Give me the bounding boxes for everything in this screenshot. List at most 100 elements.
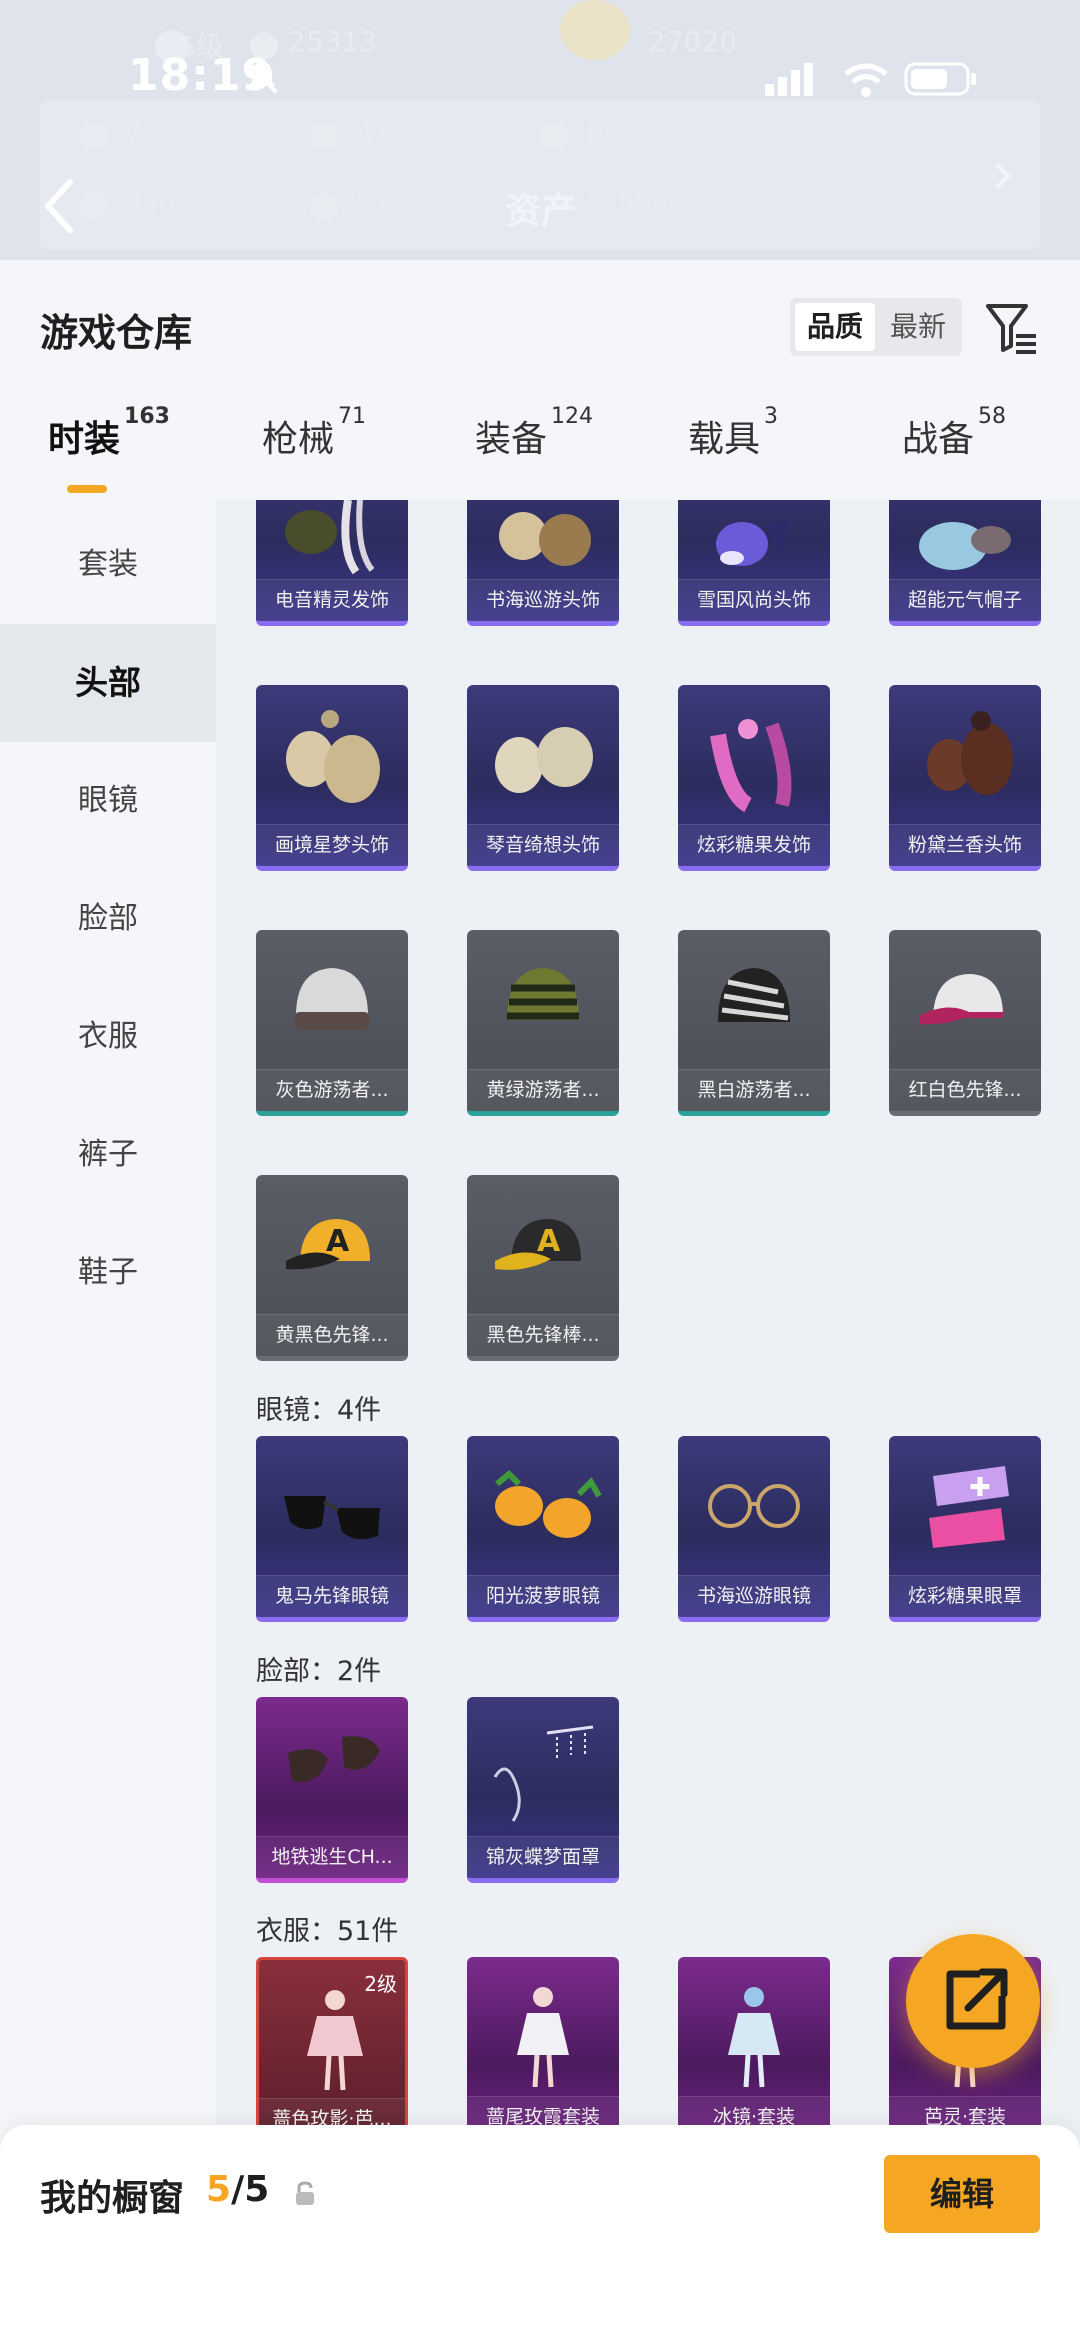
item-name: 黑色先锋棒... (467, 1314, 619, 1356)
face-mask-icon (493, 1725, 594, 1822)
showcase-bar: 我的橱窗 5/5 编辑 (0, 2125, 1080, 2347)
beanie-icon (294, 968, 370, 1030)
hair-accessory-icon (927, 711, 1013, 795)
hair-accessory-icon (495, 727, 593, 793)
sort-newest-button[interactable]: 最新 (878, 303, 958, 351)
item-card[interactable]: 书海巡游眼镜 (678, 1436, 830, 1622)
tab-label: 装备 (475, 419, 548, 460)
item-card[interactable]: A 黑色先锋棒... (467, 1175, 619, 1361)
beanie-icon (507, 968, 579, 1020)
sidebar-item-face[interactable]: 脸部 (0, 860, 216, 978)
item-name: 琴音绮想头饰 (467, 824, 619, 866)
item-card[interactable]: 阳光菠萝眼镜 (467, 1436, 619, 1622)
share-icon (946, 1968, 1008, 2030)
tab-count: 163 (124, 404, 170, 429)
item-name: 阳光菠萝眼镜 (467, 1575, 619, 1617)
item-card[interactable]: 冰镜·套装 (678, 1957, 830, 2143)
filter-icon[interactable] (984, 300, 1040, 356)
tab-label: 时装 (48, 419, 121, 460)
stat-icon (80, 192, 108, 220)
sort-quality-button[interactable]: 品质 (795, 303, 875, 351)
eye-mask-icon: ✚ (929, 1466, 1009, 1548)
item-card[interactable]: 琴音绮想头饰 (467, 685, 619, 871)
stat-icon (310, 122, 338, 150)
background-overlay: 45级 25313 27020 7 41 0 340 512 资产 12995 (0, 0, 1080, 260)
face-mask-icon (288, 1736, 380, 1783)
page-title: 游戏仓库 (40, 311, 193, 355)
tab-count: 124 (551, 404, 594, 429)
sidebar-item-glasses[interactable]: 眼镜 (0, 742, 216, 860)
sidebar-item-pants[interactable]: 裤子 (0, 1096, 216, 1214)
item-name: 炫彩糖果发饰 (678, 824, 830, 866)
stat-icon (310, 192, 338, 220)
item-card[interactable]: 蔷尾玫霞套装 (467, 1957, 619, 2143)
item-card[interactable]: 画境星梦头饰 (256, 685, 408, 871)
item-card[interactable]: ✚ 炫彩糖果眼罩 (889, 1436, 1041, 1622)
item-card[interactable]: 炫彩糖果发饰 (678, 685, 830, 871)
sidebar-item-clothes[interactable]: 衣服 (0, 978, 216, 1096)
signal-icon (765, 63, 813, 96)
outfit-icon (728, 1987, 780, 2088)
item-card[interactable]: 书海巡游头饰 (467, 500, 619, 626)
item-card[interactable]: 锦灰蝶梦面罩 (467, 1697, 619, 1883)
showcase-total: /5 (231, 2169, 270, 2210)
item-card[interactable]: 灰色游荡者... (256, 930, 408, 1116)
tab-label: 战备 (902, 419, 975, 460)
tab-guns[interactable]: 枪械71 (262, 404, 366, 462)
item-card[interactable]: 地铁逃生CH... (256, 1697, 408, 1883)
item-card[interactable]: A 黄黑色先锋... (256, 1175, 408, 1361)
item-name: 书海巡游眼镜 (678, 1575, 830, 1617)
tab-count: 3 (764, 404, 779, 429)
chevron-right-icon[interactable] (990, 158, 1014, 194)
svg-text:✚: ✚ (969, 1473, 991, 1503)
edit-button[interactable]: 编辑 (884, 2155, 1040, 2233)
item-card[interactable]: 2级 蔷色玫影·芭... (256, 1957, 408, 2143)
sidebar-item-head[interactable]: 头部 (0, 624, 216, 742)
item-name: 炫彩糖果眼罩 (889, 1575, 1041, 1617)
earmuff-icon (716, 518, 788, 566)
svg-text:A: A (326, 1224, 350, 1259)
beanie-icon (718, 968, 790, 1022)
item-level-badge: 2级 (364, 1972, 397, 1996)
item-card[interactable]: 电音精灵发饰 (256, 500, 408, 626)
item-name: 画境星梦头饰 (256, 824, 408, 866)
tab-equipment[interactable]: 装备124 (475, 404, 593, 462)
item-card[interactable]: 粉黛兰香头饰 (889, 685, 1041, 871)
item-card[interactable]: 雪国风尚头饰 (678, 500, 830, 626)
item-name: 黄绿游荡者... (467, 1069, 619, 1111)
item-card[interactable]: 鬼马先锋眼镜 (256, 1436, 408, 1622)
stat-text: 7 (126, 120, 143, 150)
stat-icon (80, 122, 108, 150)
stats-panel: 7 41 0 340 512 资产 12995 (40, 100, 1040, 250)
tab-active-indicator (67, 485, 107, 493)
tab-fashion[interactable]: 时装163 (48, 404, 170, 462)
item-card[interactable]: 超能元气帽子 (889, 500, 1041, 626)
item-name: 红白色先锋... (889, 1069, 1041, 1111)
wifi-icon (844, 63, 888, 97)
item-name: 雪国风尚头饰 (678, 579, 830, 621)
item-card[interactable]: 黑白游荡者... (678, 930, 830, 1116)
hair-accessory-icon (710, 719, 792, 813)
sidebar-item-suits[interactable]: 套装 (0, 506, 216, 624)
item-name: 电音精灵发饰 (256, 579, 408, 621)
bell-muted-icon (246, 60, 278, 94)
assets-value: 12995 (585, 188, 668, 218)
assets-label: 资产 (505, 191, 578, 232)
back-chevron-icon[interactable] (40, 176, 80, 236)
hair-accessory-icon (285, 500, 375, 575)
stat-text: 41 (356, 120, 390, 150)
stat-text: 512 (356, 188, 406, 218)
item-name: 黄黑色先锋... (256, 1314, 408, 1356)
item-card[interactable]: 黄绿游荡者... (467, 930, 619, 1116)
sort-toggle: 品质 最新 (790, 298, 962, 356)
round-glasses-icon (708, 1484, 800, 1528)
item-name: 粉黛兰香头饰 (889, 824, 1041, 866)
item-card[interactable]: 红白色先锋... (889, 930, 1041, 1116)
tab-count: 58 (978, 404, 1007, 429)
item-name: 地铁逃生CH... (256, 1836, 408, 1878)
sidebar-item-shoes[interactable]: 鞋子 (0, 1214, 216, 1332)
tab-vehicles[interactable]: 载具3 (688, 404, 778, 462)
status-bar: 18:19 (0, 40, 1080, 120)
tab-supplies[interactable]: 战备58 (902, 404, 1006, 462)
share-button[interactable] (906, 1934, 1040, 2068)
